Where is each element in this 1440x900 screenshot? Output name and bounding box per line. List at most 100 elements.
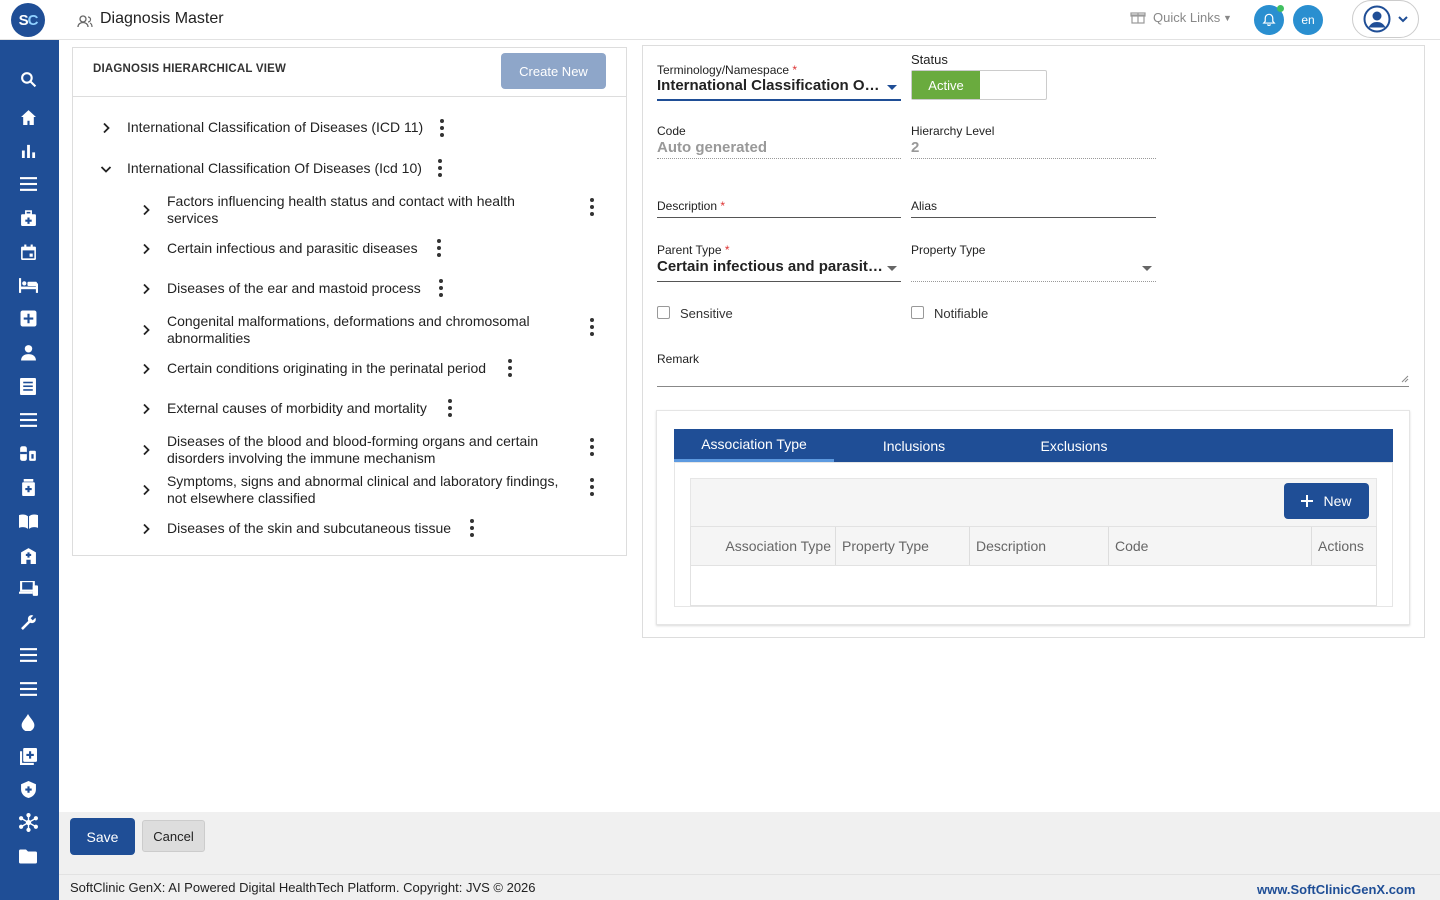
folder-icon[interactable] bbox=[18, 846, 38, 866]
chevron-right-icon[interactable] bbox=[140, 484, 152, 496]
book-icon[interactable] bbox=[18, 511, 38, 531]
tree-node-label[interactable]: International Classification Of Diseases… bbox=[127, 160, 422, 177]
notifiable-checkbox[interactable] bbox=[911, 306, 924, 319]
home-icon[interactable] bbox=[18, 107, 38, 127]
calendar-icon[interactable] bbox=[18, 242, 38, 262]
column-header[interactable]: Actions bbox=[1312, 527, 1376, 565]
field-underline bbox=[911, 158, 1156, 159]
pharmacy-icon[interactable] bbox=[18, 443, 38, 463]
search-icon[interactable] bbox=[18, 69, 38, 89]
more-options-icon[interactable] bbox=[589, 198, 595, 216]
more-options-icon[interactable] bbox=[436, 239, 442, 257]
save-button[interactable]: Save bbox=[70, 818, 135, 855]
tree-node-root[interactable]: International Classification Of Diseases… bbox=[100, 160, 422, 177]
chevron-right-icon[interactable] bbox=[100, 122, 112, 134]
person-icon[interactable] bbox=[18, 342, 38, 362]
more-options-icon[interactable] bbox=[438, 279, 444, 297]
devices-icon[interactable] bbox=[18, 578, 38, 598]
bed-icon[interactable] bbox=[18, 275, 38, 295]
property-type-select[interactable] bbox=[911, 281, 1156, 282]
more-options-icon[interactable] bbox=[469, 519, 475, 537]
chevron-right-icon[interactable] bbox=[140, 243, 152, 255]
tree-node-child[interactable]: Certain infectious and parasitic disease… bbox=[140, 240, 418, 257]
chevron-right-icon[interactable] bbox=[140, 403, 152, 415]
description-input[interactable] bbox=[657, 217, 901, 218]
menu-icon[interactable] bbox=[18, 174, 38, 194]
more-options-icon[interactable] bbox=[437, 159, 443, 177]
chevron-right-icon[interactable] bbox=[140, 324, 152, 336]
tree-node-label[interactable]: External causes of morbidity and mortali… bbox=[167, 400, 427, 417]
create-new-button[interactable]: Create New bbox=[501, 53, 606, 89]
tree-node-child[interactable]: Diseases of the ear and mastoid process bbox=[140, 280, 421, 297]
tree-node-label[interactable]: Certain conditions originating in the pe… bbox=[167, 360, 486, 377]
tree-node-label[interactable]: Diseases of the skin and subcutaneous ti… bbox=[167, 520, 451, 537]
more-options-icon[interactable] bbox=[439, 119, 445, 137]
tree-node-label[interactable]: Factors influencing health status and co… bbox=[167, 193, 547, 227]
tree-node-child[interactable]: Factors influencing health status and co… bbox=[140, 193, 560, 227]
plus-box-icon[interactable] bbox=[18, 308, 38, 328]
menu-icon[interactable] bbox=[18, 679, 38, 699]
app-logo[interactable]: SC bbox=[11, 3, 45, 37]
column-header[interactable]: Description bbox=[970, 527, 1109, 565]
language-button[interactable]: en bbox=[1293, 5, 1323, 35]
chevron-right-icon[interactable] bbox=[140, 523, 152, 535]
sensitive-checkbox[interactable] bbox=[657, 306, 670, 319]
dropdown-arrow-icon[interactable] bbox=[1142, 266, 1152, 271]
menu-icon[interactable] bbox=[18, 645, 38, 665]
tab-association-type[interactable]: Association Type bbox=[674, 429, 834, 462]
wrench-icon[interactable] bbox=[18, 612, 38, 632]
cancel-button[interactable]: Cancel bbox=[142, 820, 205, 852]
tree-node-child[interactable]: Symptoms, signs and abnormal clinical an… bbox=[140, 473, 570, 507]
document-list-icon[interactable] bbox=[18, 376, 38, 396]
shield-icon[interactable] bbox=[18, 779, 38, 799]
blood-drop-icon[interactable] bbox=[18, 712, 38, 732]
hospital-icon[interactable] bbox=[18, 545, 38, 565]
add-record-icon[interactable] bbox=[18, 746, 38, 766]
dropdown-arrow-icon[interactable] bbox=[887, 266, 897, 271]
more-options-icon[interactable] bbox=[589, 478, 595, 496]
dropdown-arrow-icon[interactable] bbox=[887, 85, 897, 90]
more-options-icon[interactable] bbox=[447, 399, 453, 417]
tree-node-child[interactable]: Certain conditions originating in the pe… bbox=[140, 360, 486, 377]
tree-node-label[interactable]: Certain infectious and parasitic disease… bbox=[167, 240, 418, 257]
terminology-select[interactable]: International Classification Of Diseases… bbox=[657, 77, 883, 94]
tab-inclusions[interactable]: Inclusions bbox=[834, 429, 994, 462]
more-options-icon[interactable] bbox=[589, 318, 595, 336]
medical-bag-icon[interactable] bbox=[18, 208, 38, 228]
tree-node-label[interactable]: Symptoms, signs and abnormal clinical an… bbox=[167, 473, 570, 507]
status-toggle[interactable]: Active bbox=[911, 70, 1047, 100]
tree-node-child[interactable]: External causes of morbidity and mortali… bbox=[140, 400, 427, 417]
quick-links-button[interactable]: Quick Links bbox=[1153, 10, 1220, 25]
bar-chart-icon[interactable] bbox=[18, 140, 38, 160]
column-header[interactable]: Code bbox=[1109, 527, 1312, 565]
menu-icon[interactable] bbox=[18, 410, 38, 430]
chevron-right-icon[interactable] bbox=[140, 444, 152, 456]
tree-node-label[interactable]: Congenital malformations, deformations a… bbox=[167, 313, 547, 347]
parent-type-select[interactable]: Certain infectious and parasitic disease… bbox=[657, 258, 883, 275]
tree-node-label[interactable]: Diseases of the blood and blood-forming … bbox=[167, 433, 560, 467]
tree-node-root[interactable]: International Classification of Diseases… bbox=[100, 119, 423, 136]
user-menu-button[interactable] bbox=[1352, 0, 1419, 38]
tab-exclusions[interactable]: Exclusions bbox=[994, 429, 1154, 462]
tree-node-child[interactable]: Diseases of the skin and subcutaneous ti… bbox=[140, 520, 451, 537]
more-options-icon[interactable] bbox=[589, 438, 595, 456]
resize-handle-icon[interactable] bbox=[1400, 374, 1409, 383]
remark-textarea[interactable] bbox=[657, 386, 1409, 387]
network-icon[interactable] bbox=[18, 812, 38, 832]
new-association-button[interactable]: New bbox=[1284, 483, 1369, 519]
tree-node-label[interactable]: Diseases of the ear and mastoid process bbox=[167, 280, 421, 297]
chevron-right-icon[interactable] bbox=[140, 283, 152, 295]
column-header[interactable]: Association Type bbox=[691, 527, 836, 565]
tree-node-child[interactable]: Congenital malformations, deformations a… bbox=[140, 313, 560, 347]
chevron-right-icon[interactable] bbox=[140, 204, 152, 216]
tree-node-label[interactable]: International Classification of Diseases… bbox=[127, 119, 423, 136]
status-active[interactable]: Active bbox=[912, 71, 980, 99]
column-header[interactable]: Property Type bbox=[836, 527, 970, 565]
more-options-icon[interactable] bbox=[507, 359, 513, 377]
alias-input[interactable] bbox=[911, 217, 1156, 218]
tree-node-child[interactable]: Diseases of the blood and blood-forming … bbox=[140, 433, 560, 467]
chevron-down-icon[interactable] bbox=[100, 163, 112, 175]
medicine-icon[interactable] bbox=[18, 477, 38, 497]
website-link[interactable]: www.SoftClinicGenX.com bbox=[1257, 882, 1415, 897]
chevron-right-icon[interactable] bbox=[140, 363, 152, 375]
